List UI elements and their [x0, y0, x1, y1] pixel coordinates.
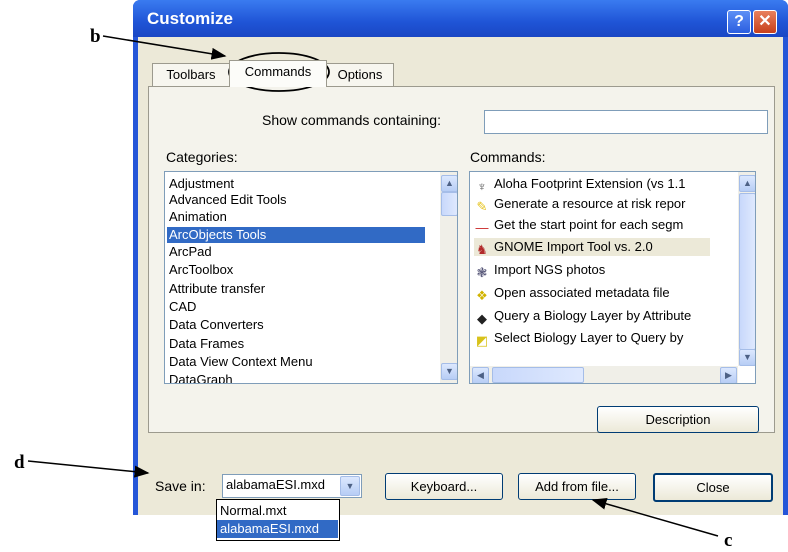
- annotation-label-b: b: [90, 26, 101, 47]
- list-item[interactable]: Data Frames: [169, 336, 244, 352]
- scroll-down-icon[interactable]: ▼: [739, 349, 755, 366]
- list-item[interactable]: Animation: [169, 209, 227, 225]
- metadata-icon: ❖: [476, 288, 488, 303]
- save-in-select[interactable]: alabamaESI.mxd ▼: [222, 474, 362, 498]
- command-item[interactable]: ◆ Query a Biology Layer by Attribute: [474, 307, 692, 326]
- scroll-thumb[interactable]: [441, 192, 457, 216]
- arrow-d: [27, 460, 150, 478]
- dropdown-option[interactable]: Normal.mxt: [217, 502, 338, 520]
- categories-scrollbar[interactable]: ▲ ▼: [440, 172, 457, 383]
- list-item[interactable]: Data Converters: [169, 317, 264, 333]
- dropdown-option-selected[interactable]: alabamaESI.mxd: [217, 520, 338, 538]
- save-in-value: alabamaESI.mxd: [226, 477, 325, 492]
- command-label: Open associated metadata file: [494, 285, 670, 300]
- scroll-right-icon[interactable]: ▶: [720, 367, 737, 383]
- command-item[interactable]: ♞ GNOME Import Tool vs. 2.0: [474, 238, 710, 257]
- scroll-thumb[interactable]: [739, 193, 755, 350]
- categories-label: Categories:: [166, 149, 238, 165]
- dialog-title: Customize: [147, 9, 233, 28]
- search-label: Show commands containing:: [262, 112, 441, 128]
- tab-options[interactable]: Options: [326, 63, 394, 86]
- description-button[interactable]: Description: [597, 406, 759, 433]
- command-item[interactable]: ♆ Aloha Footprint Extension (vs 1.1: [474, 175, 686, 194]
- line-icon: —: [475, 220, 489, 235]
- gnome-icon: ♞: [476, 242, 488, 257]
- figure-icon: ♆: [477, 179, 487, 194]
- commands-list[interactable]: ♆ Aloha Footprint Extension (vs 1.1 ✎ Gene…: [469, 171, 756, 384]
- scroll-down-icon[interactable]: ▼: [441, 363, 457, 380]
- chevron-down-icon[interactable]: ▼: [340, 476, 360, 496]
- command-label: Import NGS photos: [494, 262, 606, 277]
- list-item[interactable]: Adjustment: [169, 176, 234, 192]
- save-in-dropdown[interactable]: Normal.mxt alabamaESI.mxd: [216, 499, 340, 541]
- command-item[interactable]: ◩ Select Biology Layer to Query by: [474, 329, 684, 348]
- list-item[interactable]: ArcToolbox: [169, 262, 233, 278]
- command-label: Aloha Footprint Extension (vs 1.1: [494, 176, 686, 191]
- command-label: Select Biology Layer to Query by: [494, 330, 684, 345]
- tab-toolbars[interactable]: Toolbars: [152, 63, 230, 86]
- list-item[interactable]: Data View Context Menu: [169, 354, 313, 370]
- dialog-body: Toolbars Commands Options Show commands …: [138, 37, 783, 515]
- close-window-button[interactable]: ✕: [753, 10, 777, 34]
- keyboard-button[interactable]: Keyboard...: [385, 473, 503, 500]
- annotation-label-c: c: [724, 530, 733, 551]
- commands-panel: Show commands containing: Categories: Co…: [148, 86, 775, 433]
- save-in-label: Save in:: [155, 478, 206, 494]
- command-label: Get the start point for each segm: [494, 217, 684, 232]
- search-commands-input[interactable]: [484, 110, 768, 134]
- commands-vscrollbar[interactable]: ▲ ▼: [738, 172, 755, 366]
- command-item[interactable]: — Get the start point for each segm: [474, 216, 684, 235]
- command-item[interactable]: ❖ Open associated metadata file: [474, 284, 670, 303]
- add-from-file-button[interactable]: Add from file...: [518, 473, 636, 500]
- select-layer-icon: ◩: [475, 333, 489, 348]
- sql-fish-icon: ◆: [477, 311, 487, 326]
- annotation-label-d: d: [14, 452, 25, 473]
- list-item[interactable]: Advanced Edit Tools: [169, 192, 287, 208]
- title-bar[interactable]: Customize ? ✕: [133, 0, 788, 37]
- list-item[interactable]: DataGraph: [169, 372, 233, 383]
- commands-label: Commands:: [470, 149, 546, 165]
- scroll-up-icon[interactable]: ▲: [739, 175, 755, 192]
- command-label: Generate a resource at risk repor: [494, 196, 686, 211]
- tab-commands[interactable]: Commands: [229, 60, 327, 87]
- command-label: GNOME Import Tool vs. 2.0: [494, 239, 653, 254]
- list-item[interactable]: CAD: [169, 299, 196, 315]
- scroll-thumb[interactable]: [492, 367, 584, 383]
- commands-hscrollbar[interactable]: ◀ ▶: [470, 366, 738, 383]
- scroll-up-icon[interactable]: ▲: [441, 175, 457, 192]
- help-button[interactable]: ?: [727, 10, 751, 34]
- list-item[interactable]: ArcPad: [169, 244, 212, 260]
- list-item-selected[interactable]: ArcObjects Tools: [167, 227, 425, 243]
- pencil-icon: ✎: [476, 199, 488, 214]
- command-label: Query a Biology Layer by Attribute: [494, 308, 692, 323]
- categories-list[interactable]: Adjustment Advanced Edit Tools Animation…: [164, 171, 458, 384]
- command-item[interactable]: ✎ Generate a resource at risk repor: [474, 195, 686, 214]
- list-item[interactable]: Attribute transfer: [169, 281, 265, 297]
- command-item[interactable]: ❃ Import NGS photos: [474, 261, 606, 280]
- scroll-left-icon[interactable]: ◀: [472, 367, 489, 383]
- photo-icon: ❃: [476, 265, 488, 280]
- close-button[interactable]: Close: [653, 473, 773, 502]
- customize-dialog: Customize ? ✕ Toolbars Commands Options …: [133, 0, 788, 515]
